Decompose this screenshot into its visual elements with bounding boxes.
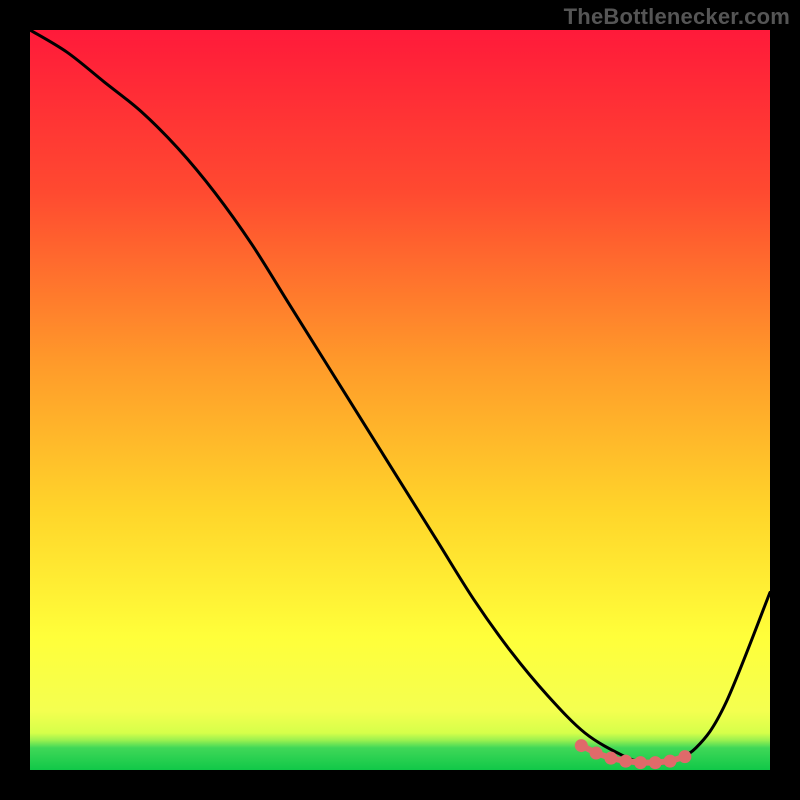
trough-marker — [619, 755, 632, 768]
trough-marker — [634, 756, 647, 769]
trough-marker — [664, 755, 677, 768]
trough-marker — [678, 750, 691, 763]
trough-marker — [590, 746, 603, 759]
trough-marker — [604, 752, 617, 765]
outer-black-frame: TheBottlenecker.com — [0, 0, 800, 800]
watermark-text: TheBottlenecker.com — [564, 4, 790, 30]
chart-svg — [30, 30, 770, 770]
plot-area — [30, 30, 770, 770]
trough-marker — [575, 739, 588, 752]
trough-marker — [649, 756, 662, 769]
gradient-background — [30, 30, 770, 770]
